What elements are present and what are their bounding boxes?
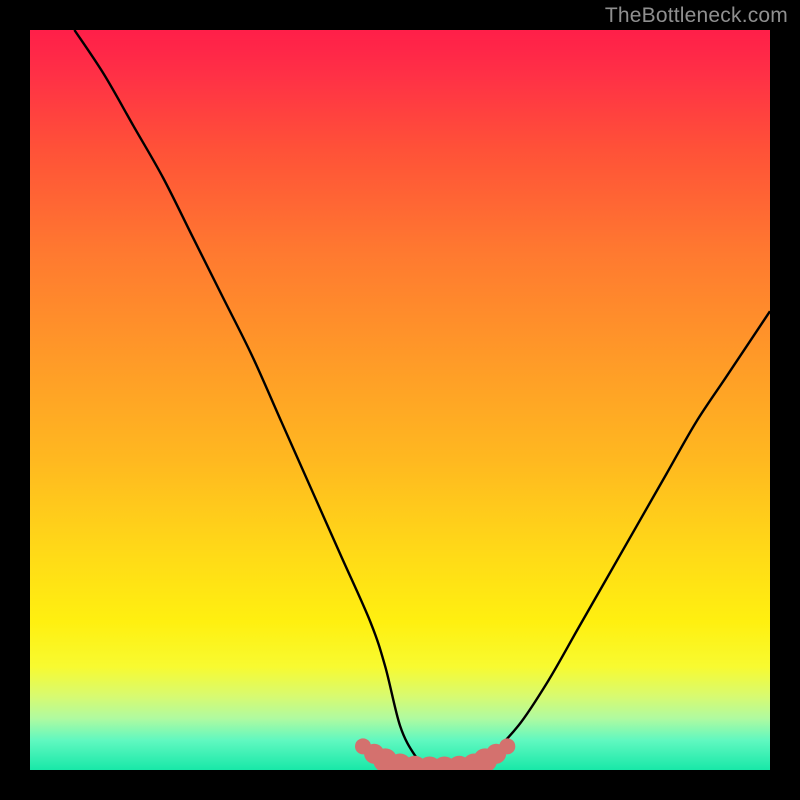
plot-area — [30, 30, 770, 770]
valley-dots — [355, 738, 515, 770]
watermark-text: TheBottleneck.com — [605, 4, 788, 28]
curve-layer — [30, 30, 770, 770]
valley-dot — [499, 738, 515, 754]
bottleneck-curve-path — [74, 30, 770, 770]
chart-frame: TheBottleneck.com — [0, 0, 800, 800]
bottleneck-curve — [74, 30, 770, 770]
